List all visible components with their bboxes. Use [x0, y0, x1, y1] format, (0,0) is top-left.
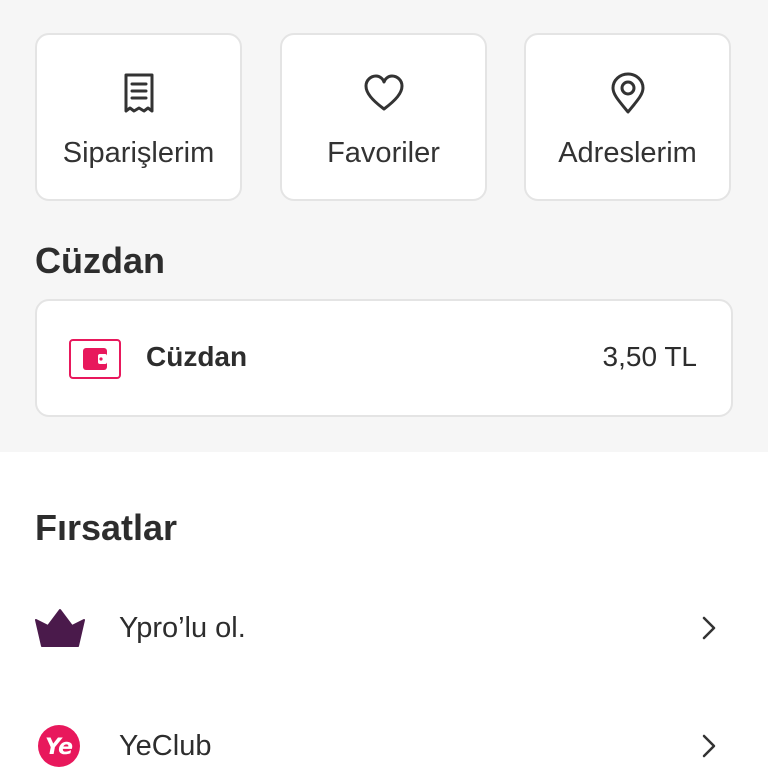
addresses-label: Adreslerim	[558, 137, 697, 169]
ypro-label: Ypro’lu ol.	[119, 612, 246, 644]
location-pin-icon	[611, 72, 644, 114]
chevron-right-icon	[702, 616, 716, 640]
heart-icon	[364, 74, 403, 111]
yeclub-label: YeClub	[119, 730, 212, 762]
list-item-ypro[interactable]: Ypro’lu ol.	[0, 578, 768, 678]
wallet-section-title: Cüzdan	[35, 240, 165, 281]
orders-label: Siparişlerim	[62, 137, 215, 169]
favorites-label: Favoriler	[327, 137, 440, 169]
wallet-icon	[69, 339, 121, 379]
list-item-yeclub[interactable]: Ye YeClub	[0, 696, 768, 768]
orders-card[interactable]: Siparişlerim	[35, 33, 242, 201]
addresses-card[interactable]: Adreslerim	[524, 33, 731, 201]
account-page: Siparişlerim Favoriler Adreslerim Cüzdan	[0, 0, 768, 768]
svg-text:Ye: Ye	[45, 735, 73, 760]
receipt-icon	[124, 73, 153, 113]
favorites-card[interactable]: Favoriler	[280, 33, 487, 201]
chevron-right-icon	[702, 734, 716, 758]
crown-icon	[35, 609, 85, 647]
wallet-label: Cüzdan	[146, 341, 248, 372]
offers-section-title: Fırsatlar	[35, 507, 178, 548]
top-area: Siparişlerim Favoriler Adreslerim Cüzdan	[0, 0, 768, 452]
yeclub-logo-icon: Ye	[38, 725, 80, 767]
wallet-card[interactable]: Cüzdan 3,50 TL	[35, 299, 733, 417]
wallet-balance: 3,50 TL	[602, 341, 697, 372]
